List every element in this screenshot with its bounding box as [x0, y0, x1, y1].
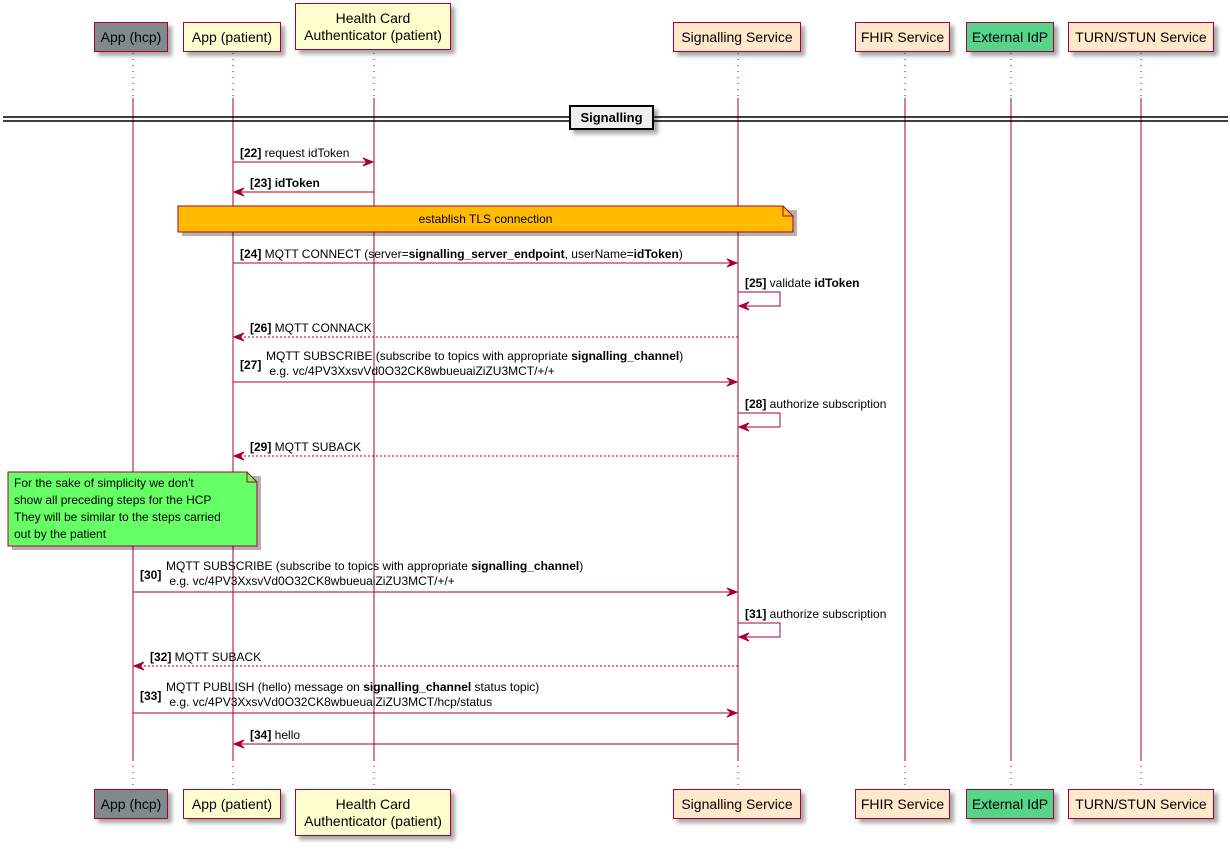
message-30-example: e.g. vc/4PV3XxsvVd0O32CK8wbueuaiZiZU3MCT…	[166, 574, 455, 588]
arrowhead	[132, 661, 145, 671]
message-number: [24]	[240, 247, 262, 261]
participant-hca-top: Health Card Authenticator (patient)	[295, 3, 451, 50]
message-number: [34]	[250, 728, 272, 742]
participant-idp-top: External IdP	[966, 22, 1054, 52]
participant-sig-top: Signalling Service	[673, 22, 801, 52]
participant-turn-bottom: TURN/STUN Service	[1068, 789, 1214, 819]
message-29-label: [29] MQTT SUBACK	[250, 440, 362, 454]
participant-idp-bottom: External IdP	[966, 789, 1054, 819]
participant-label: TURN/STUN Service	[1075, 795, 1207, 812]
note-hcp-line: out by the patient	[14, 527, 107, 541]
participant-label: Health Card Authenticator (patient)	[304, 795, 442, 829]
message-33-number: [33]	[140, 689, 162, 703]
participant-patient-bottom: App (patient)	[183, 789, 281, 819]
message-30-label: MQTT SUBSCRIBE (subscribe to topics with…	[166, 559, 584, 573]
participant-fhir-top: FHIR Service	[855, 22, 950, 52]
participant-label: App (hcp)	[100, 28, 162, 45]
participant-label: App (hcp)	[100, 795, 162, 812]
participant-hca-bottom: Health Card Authenticator (patient)	[295, 789, 451, 836]
participant-label: External IdP	[971, 28, 1049, 45]
participant-hcp-top: App (hcp)	[94, 22, 168, 52]
participant-label: Signalling Service	[681, 28, 793, 45]
message-24-label: [24] MQTT CONNECT (server=signalling_ser…	[240, 247, 683, 261]
participant-turn-top: TURN/STUN Service	[1068, 22, 1214, 52]
message-number: [28]	[745, 397, 767, 411]
message-number: [26]	[250, 321, 272, 335]
message-22-label: [22] request idToken	[240, 146, 350, 160]
message-30-number: [30]	[140, 568, 162, 582]
message-number: [23]	[250, 176, 272, 190]
message-number: [32]	[150, 650, 172, 664]
note-hcp-line: For the sake of simplicity we don't	[14, 476, 194, 490]
participant-label: App (patient)	[191, 28, 273, 45]
participant-label: Signalling Service	[681, 795, 793, 812]
message-28-label: [28] authorize subscription	[745, 397, 887, 411]
participant-label: FHIR Service	[860, 28, 945, 45]
participant-label: FHIR Service	[860, 795, 945, 812]
participant-label: Health Card Authenticator (patient)	[304, 9, 442, 43]
arrowhead	[232, 451, 245, 461]
participant-hcp-bottom: App (hcp)	[94, 789, 168, 819]
message-27-label: MQTT SUBSCRIBE (subscribe to topics with…	[266, 349, 684, 363]
arrowhead	[232, 332, 245, 342]
note-hcp-line: show all preceding steps for the HCP	[14, 493, 212, 507]
note-tls-text: establish TLS connection	[418, 212, 553, 226]
message-27-example: e.g. vc/4PV3XxsvVd0O32CK8wbueuaiZiZU3MCT…	[266, 364, 555, 378]
message-33-label: MQTT PUBLISH (hello) message on signalli…	[166, 680, 540, 694]
message-number: [22]	[240, 146, 262, 160]
participant-label: App (patient)	[191, 795, 273, 812]
divider-signalling: Signalling	[569, 105, 654, 130]
message-27-number: [27]	[240, 358, 262, 372]
participant-label: TURN/STUN Service	[1075, 28, 1207, 45]
message-25-label: [25] validate idToken	[745, 276, 860, 290]
note-hcp-line: They will be similar to the steps carrie…	[14, 510, 221, 524]
message-34-label: [34] hello	[250, 728, 301, 742]
participant-patient-top: App (patient)	[183, 22, 281, 52]
participant-fhir-bottom: FHIR Service	[855, 789, 950, 819]
message-23-label: [23] idToken	[250, 176, 320, 190]
message-32-label: [32] MQTT SUBACK	[150, 650, 262, 664]
message-31-label: [31] authorize subscription	[745, 607, 887, 621]
message-number: [29]	[250, 440, 272, 454]
message-33-example: e.g. vc/4PV3XxsvVd0O32CK8wbueuaiZiZU3MCT…	[166, 695, 493, 709]
participant-label: External IdP	[971, 795, 1049, 812]
message-number: [25]	[745, 276, 767, 290]
message-26-label: [26] MQTT CONNACK	[250, 321, 372, 335]
message-number: [31]	[745, 607, 767, 621]
participant-sig-bottom: Signalling Service	[673, 789, 801, 819]
